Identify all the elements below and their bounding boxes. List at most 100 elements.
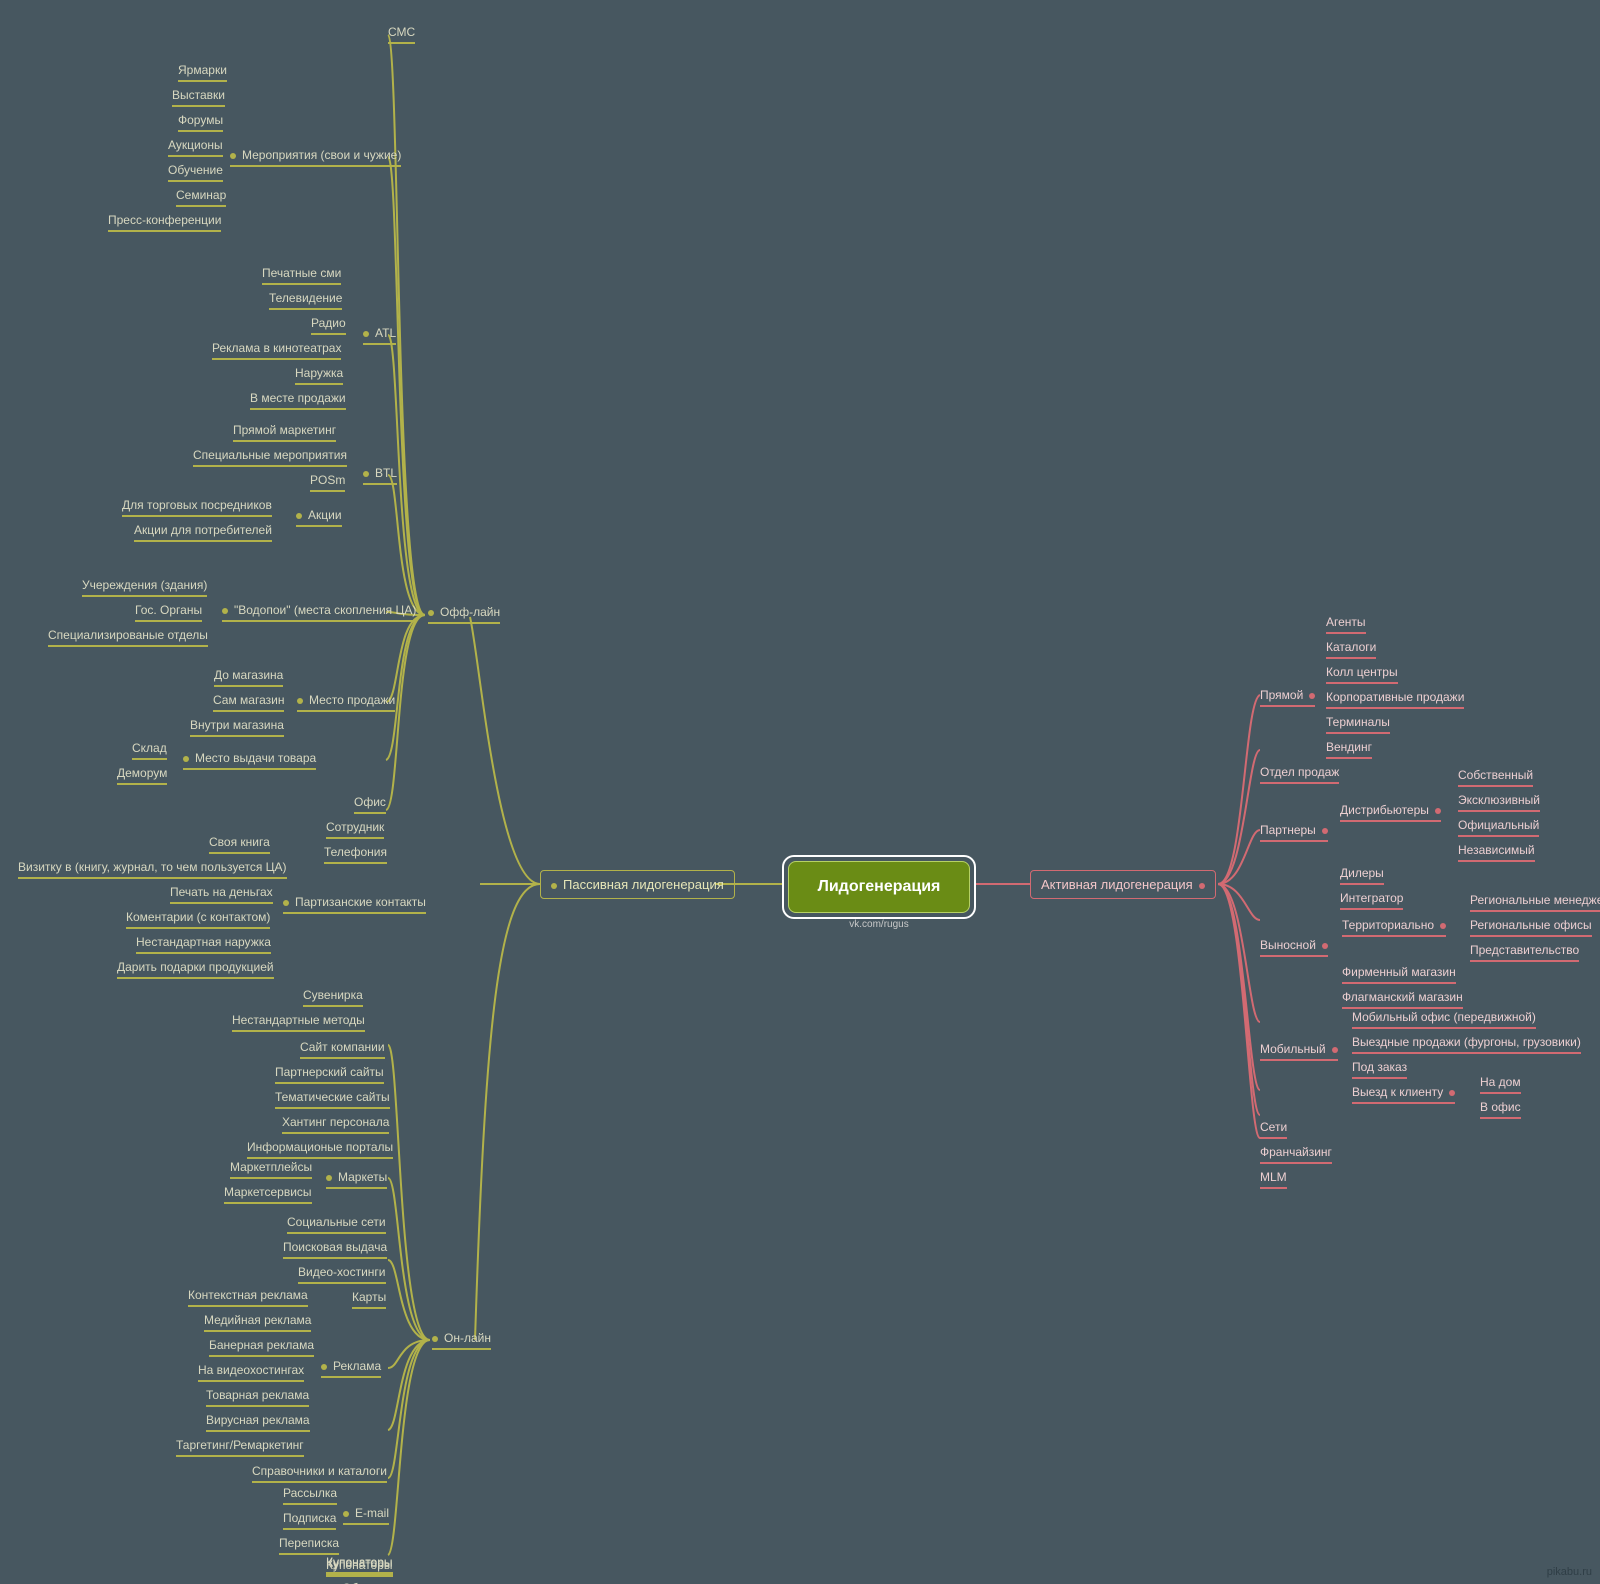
- sales-dept-node: Отдел продаж: [1260, 765, 1339, 784]
- list-item: MLM: [1260, 1170, 1287, 1189]
- list-item: Ярмарки: [178, 63, 227, 82]
- list-item: Официальный: [1458, 818, 1539, 837]
- list-item: Независимый: [1458, 843, 1535, 862]
- pos-node: Место продажи: [297, 693, 395, 712]
- mindmap-canvas: Лидогенерация vk.com/rugus Пассивная лид…: [0, 0, 1600, 1584]
- email-node: E-mail: [343, 1506, 389, 1525]
- list-item: Акции для потребителей: [134, 523, 272, 542]
- bullet-icon: [183, 756, 189, 762]
- list-item: На видеохостингах: [198, 1363, 304, 1382]
- list-item: Поисковая выдача: [283, 1240, 387, 1259]
- bullet-icon: [363, 331, 369, 337]
- list-item: Фирменный магазин: [1342, 965, 1456, 984]
- territory-node: Территориально: [1342, 918, 1446, 937]
- waterhole-node: "Водопои" (места скопления ЦА): [222, 603, 416, 622]
- list-item: Подписка: [283, 1511, 336, 1530]
- btl-node: BTL: [363, 466, 397, 485]
- partners-node: Партнеры: [1260, 823, 1328, 842]
- list-item: Пресс-конференции: [108, 213, 221, 232]
- bullet-icon: [1309, 693, 1315, 699]
- list-item: Франчайзинг: [1260, 1145, 1332, 1164]
- list-item: Партнерский сайты: [275, 1065, 384, 1084]
- bullet-icon: [283, 900, 289, 906]
- mobile-node: Мобильный: [1260, 1042, 1338, 1061]
- list-item: Коментарии (с контактом): [126, 910, 270, 929]
- root-label: Лидогенерация: [818, 878, 941, 896]
- ads-node: Реклама: [321, 1359, 381, 1378]
- markets-node: Маркеты: [326, 1170, 387, 1189]
- list-item: Таргетинг/Ремаркетинг: [176, 1438, 304, 1457]
- list-item: Видео-хостинги: [298, 1265, 386, 1284]
- active-pill: Активная лидогенерация: [1030, 870, 1216, 899]
- bullet-icon: [1332, 1047, 1338, 1053]
- list-item: Сувенирка: [303, 988, 363, 1007]
- passive-label: Пассивная лидогенерация: [563, 877, 724, 892]
- list-item: Контекстная реклама: [188, 1288, 308, 1307]
- list-item: Маркетсервисы: [224, 1185, 312, 1204]
- list-item: Вирусная реклама: [206, 1413, 310, 1432]
- list-item: Под заказ: [1352, 1060, 1407, 1079]
- direct-node: Прямой: [1260, 688, 1315, 707]
- list-item: Учереждения (здания): [82, 578, 207, 597]
- list-item: Флагманский магазин: [1342, 990, 1463, 1009]
- list-item: В месте продажи: [250, 391, 346, 410]
- list-item: POSm: [310, 473, 345, 492]
- list-item: До магазина: [214, 668, 283, 687]
- bullet-icon: [296, 513, 302, 519]
- passive-pill: Пассивная лидогенерация: [540, 870, 735, 899]
- bullet-icon: [363, 471, 369, 477]
- list-item: Мобильный офис (передвижной): [1352, 1010, 1536, 1029]
- list-item: Терминалы: [1326, 715, 1390, 734]
- bullet-icon: [343, 1511, 349, 1517]
- bullet-icon: [1440, 923, 1446, 929]
- list-item: Нестандартные методы: [232, 1013, 365, 1032]
- list-item: Маркетплейсы: [230, 1160, 312, 1179]
- list-item: Переписка: [279, 1536, 339, 1555]
- list-item: Форумы: [178, 113, 223, 132]
- list-item: Социальные сети: [287, 1215, 386, 1234]
- list-item: Сайт компании: [300, 1040, 385, 1059]
- list-item: Купонаторы: [326, 1555, 393, 1574]
- list-item: Для торговых посредников: [122, 498, 272, 517]
- list-item: Региональные менеджеры: [1470, 893, 1600, 912]
- list-item: Хантинг персонала: [282, 1115, 389, 1134]
- bullet-icon: [1322, 828, 1328, 834]
- active-label: Активная лидогенерация: [1041, 877, 1193, 892]
- atl-node: ATL: [363, 326, 396, 345]
- bullet-icon: [551, 883, 557, 889]
- list-item: Гос. Органы: [135, 603, 202, 622]
- distrib-node: Дистрибьютеры: [1340, 803, 1441, 822]
- list-item: Представительство: [1470, 943, 1579, 962]
- list-item: Наружка: [295, 366, 343, 385]
- list-item: Специализированые отделы: [48, 628, 208, 647]
- visit-node: Выезд к клиенту: [1352, 1085, 1455, 1104]
- list-item: Эксклюзивный: [1458, 793, 1540, 812]
- bullet-icon: [222, 608, 228, 614]
- root-node-inner: Лидогенерация: [788, 861, 970, 913]
- pickup-node: Место выдачи товара: [183, 751, 316, 770]
- list-item: Товарная реклама: [206, 1388, 309, 1407]
- list-item: Интегратор: [1340, 891, 1403, 910]
- events-node: Мероприятия (свои и чужие): [230, 148, 401, 167]
- list-item: Рассылка: [283, 1486, 337, 1505]
- list-item: Карты: [352, 1290, 386, 1309]
- root-sublabel: vk.com/rugus: [784, 919, 974, 930]
- cmc-node: СМС: [388, 25, 415, 44]
- list-item: Визитку в (книгу, журнал, то чем пользуе…: [18, 860, 287, 879]
- list-item: Банерная реклама: [209, 1338, 314, 1357]
- list-item: Специальные мероприятия: [193, 448, 347, 467]
- list-item: Сам магазин: [213, 693, 284, 712]
- list-item: Семинар: [176, 188, 226, 207]
- list-item: Деморум: [117, 766, 167, 785]
- offline-node: Офф-лайн: [428, 605, 500, 624]
- list-item: Тематические сайты: [275, 1090, 390, 1109]
- watermark: pikabu.ru: [1547, 1566, 1592, 1578]
- bullet-icon: [326, 1175, 332, 1181]
- list-item: Внутри магазина: [190, 718, 284, 737]
- list-item: Агенты: [1326, 615, 1366, 634]
- root-node: Лидогенерация vk.com/rugus: [782, 855, 976, 919]
- list-item: Телевидение: [269, 291, 342, 310]
- bullet-icon: [1322, 943, 1328, 949]
- bullet-icon: [230, 153, 236, 159]
- list-item: Корпоративные продажи: [1326, 690, 1464, 709]
